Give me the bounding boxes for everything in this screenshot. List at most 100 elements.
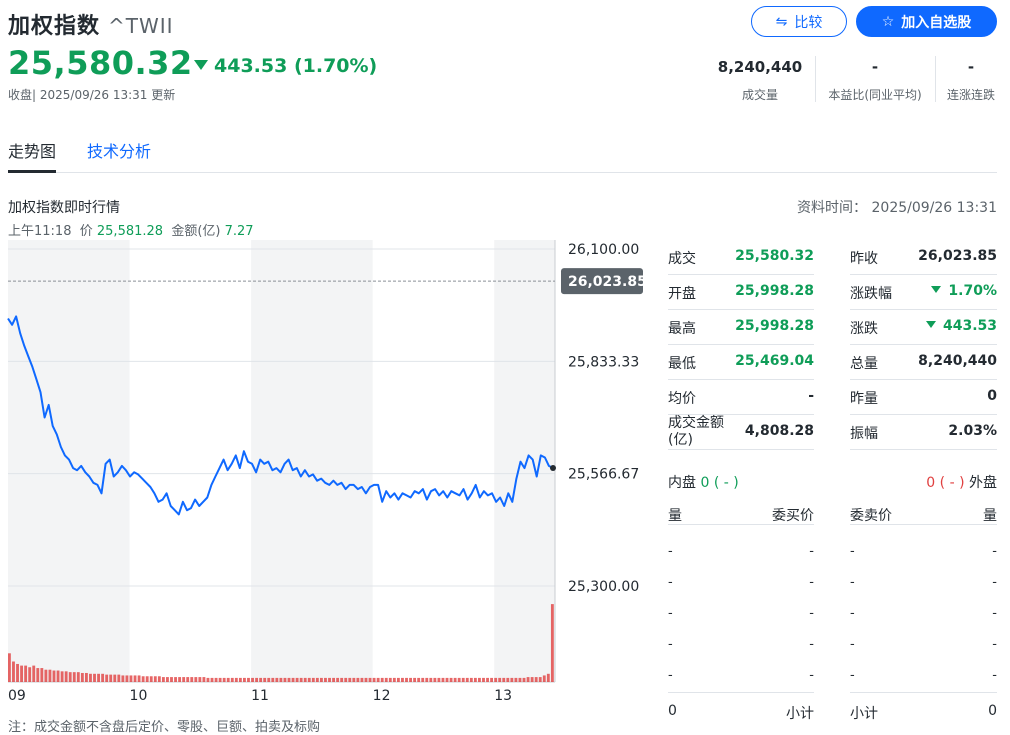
ask-header: 委卖价 量 bbox=[850, 505, 997, 525]
inner-volume: 内盘 0 ( - ) bbox=[668, 472, 739, 492]
data-time-value: 2025/09/26 13:31 bbox=[871, 200, 998, 216]
volume-bar bbox=[72, 672, 76, 682]
ask-subtotal: 小计 0 bbox=[850, 692, 997, 722]
quote-label: 成交金额 (亿) bbox=[668, 415, 724, 448]
ask-row: -- bbox=[850, 629, 997, 660]
volume-bar bbox=[376, 677, 380, 682]
inner-value: 0 bbox=[700, 475, 710, 491]
compare-button[interactable]: ⇋ 比较 bbox=[751, 6, 847, 37]
volume-bar bbox=[457, 677, 461, 682]
bid-subtotal-qty: 0 bbox=[668, 703, 677, 719]
orderbook-cell: - bbox=[992, 637, 997, 652]
quote-row: 最低 25,469.04 bbox=[668, 345, 814, 380]
inner-label: 内盘 bbox=[668, 475, 696, 491]
stat-label: 连涨连跌 bbox=[946, 88, 995, 102]
volume-bar bbox=[263, 677, 267, 682]
quote-value: 26,023.85 bbox=[918, 248, 997, 264]
volume-bar bbox=[461, 677, 465, 682]
volume-bar bbox=[473, 677, 477, 682]
orderbook-cell: - bbox=[992, 606, 997, 621]
orderbook-cell: - bbox=[992, 575, 997, 590]
stat-label: 本益比(同业平均) bbox=[828, 88, 922, 102]
volume-bar bbox=[12, 661, 15, 682]
y-tick-label: 25,833.33 bbox=[568, 354, 639, 370]
index-symbol: ^TWII bbox=[108, 14, 174, 38]
down-triangle-icon bbox=[194, 60, 208, 70]
stat-value: - bbox=[871, 58, 879, 76]
quote-row: 开盘 25,998.28 bbox=[668, 275, 814, 310]
volume-bar bbox=[166, 677, 169, 682]
volume-bar bbox=[68, 672, 72, 682]
volume-bar bbox=[303, 677, 307, 682]
volume-bar bbox=[425, 677, 429, 682]
volume-bar bbox=[332, 677, 335, 682]
ask-row: -- bbox=[850, 567, 997, 598]
quote-label: 涨跌幅 bbox=[850, 286, 892, 302]
orderbook-cell: - bbox=[850, 575, 855, 590]
volume-bar bbox=[271, 677, 275, 682]
y-tick-label: 25,300.00 bbox=[568, 579, 639, 595]
volume-bar bbox=[352, 677, 356, 682]
volume-bar bbox=[28, 667, 32, 682]
quote-value: 25,998.28 bbox=[735, 318, 814, 334]
bid-row: -- bbox=[668, 536, 814, 567]
update-status: 收盘| 2025/09/26 13:31 更新 bbox=[8, 88, 176, 102]
x-tick-label: 10 bbox=[130, 688, 148, 704]
volume-bar bbox=[214, 677, 218, 682]
compare-label: 比较 bbox=[794, 14, 823, 31]
volume-bar bbox=[190, 677, 194, 682]
tab-trend-chart[interactable]: 走势图 bbox=[8, 138, 57, 173]
quote-value-text: 1.70% bbox=[948, 283, 997, 299]
volume-bar bbox=[113, 674, 117, 682]
intraday-chart[interactable]: 26,100.00 25,833.33 25,566.67 25,300.00 26,0… bbox=[0, 240, 650, 710]
add-watchlist-button[interactable]: ☆ 加入自选股 bbox=[856, 6, 997, 37]
volume-bar bbox=[445, 677, 449, 682]
volume-bar bbox=[388, 677, 392, 682]
volume-bar bbox=[210, 677, 214, 682]
volume-bar bbox=[117, 674, 121, 682]
volume-bar bbox=[283, 677, 287, 682]
volume-bar bbox=[368, 677, 372, 682]
volume-bar bbox=[101, 673, 105, 682]
change-value: 443.53 bbox=[214, 55, 288, 77]
volume-bar bbox=[174, 677, 177, 682]
last-price-dot bbox=[550, 465, 556, 472]
volume-bar bbox=[421, 677, 425, 682]
quote-value-text: 2.03% bbox=[948, 423, 997, 439]
quote-value-text: 8,240,440 bbox=[918, 353, 997, 369]
volume-bar bbox=[145, 676, 149, 682]
volume-bar bbox=[311, 677, 315, 682]
volume-bar bbox=[84, 672, 88, 682]
ask-subtotal-qty: 0 bbox=[988, 703, 997, 719]
orderbook-cell: - bbox=[809, 575, 814, 590]
bid-row: -- bbox=[668, 567, 814, 598]
volume-bar bbox=[137, 675, 141, 682]
tab-technical-analysis[interactable]: 技术分析 bbox=[87, 138, 151, 170]
stat-label: 成交量 bbox=[741, 88, 778, 102]
watchlist-label: 加入自选股 bbox=[901, 14, 972, 31]
volume-bar bbox=[417, 677, 421, 682]
volume-bar bbox=[105, 674, 109, 682]
tooltip-price-label: 价 bbox=[79, 224, 93, 239]
y-tick-label: 26,100.00 bbox=[568, 242, 639, 258]
orderbook-cell: - bbox=[809, 668, 814, 683]
orderbook-cell: - bbox=[850, 544, 855, 559]
tooltip-amount: 7.27 bbox=[224, 224, 254, 239]
stat-value: - bbox=[967, 58, 975, 76]
volume-bar bbox=[433, 677, 437, 682]
volume-bar bbox=[247, 677, 250, 682]
volume-bar bbox=[409, 677, 412, 682]
volume-bar bbox=[287, 677, 291, 682]
orderbook-cell: - bbox=[850, 668, 855, 683]
volume-bar bbox=[401, 677, 404, 682]
volume-bar bbox=[348, 677, 352, 682]
volume-bar bbox=[186, 677, 190, 682]
volume-bar bbox=[52, 670, 56, 682]
ask-qty-header: 量 bbox=[983, 508, 997, 524]
volume-bar bbox=[48, 669, 52, 682]
quote-value-text: 25,580.32 bbox=[735, 248, 814, 264]
quote-label: 涨跌 bbox=[850, 321, 878, 337]
volume-bar bbox=[178, 677, 182, 682]
orderbook-cell: - bbox=[850, 637, 855, 652]
bid-qty-header: 量 bbox=[668, 508, 682, 524]
